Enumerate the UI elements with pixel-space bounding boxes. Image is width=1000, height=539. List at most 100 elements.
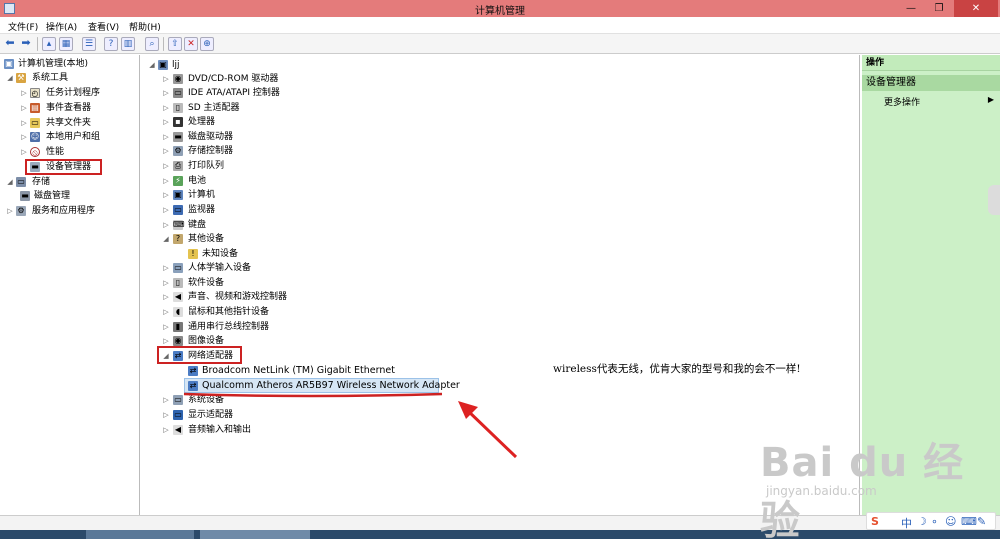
expand-icon[interactable]: ▷ [162, 174, 170, 188]
collapse-icon[interactable]: ◢ [162, 232, 170, 246]
settings-icon[interactable]: ✎ [977, 515, 986, 528]
console-tree: ▣ 计算机管理(本地) ◢ ⚒ 系统工具 ▷ ◴ 任务计划程序 ▷ ▤ 事件查看… [0, 55, 140, 515]
expand-icon[interactable]: ▷ [20, 86, 28, 100]
enable-device-icon[interactable]: ⊕ [200, 37, 214, 51]
toolbar-separator [163, 37, 164, 51]
sd-adapter-icon: ▯ [173, 103, 183, 113]
shared-folder-icon: ▭ [30, 118, 40, 128]
menu-help[interactable]: 帮助(H) [129, 20, 161, 33]
performance-icon: ⦸ [30, 147, 40, 157]
software-device-icon: ▯ [173, 278, 183, 288]
expand-icon[interactable]: ▷ [20, 101, 28, 115]
other-devices-icon: ? [173, 234, 183, 244]
storage-controller-icon: ⚙ [173, 146, 183, 156]
device-manager-highlight [25, 159, 102, 175]
menu-view[interactable]: 查看(V) [88, 20, 119, 33]
dvd-drive-icon: ◉ [173, 74, 183, 84]
expand-icon[interactable]: ▷ [20, 145, 28, 159]
expand-icon[interactable]: ▷ [162, 115, 170, 129]
expand-icon[interactable]: ▷ [162, 423, 170, 437]
side-tab-handle[interactable] [988, 185, 1000, 215]
menu-file[interactable]: 文件(F) [8, 20, 38, 33]
expand-icon[interactable]: ▷ [162, 290, 170, 304]
speaker-icon: ◀ [173, 292, 183, 302]
storage-icon: ▭ [16, 177, 26, 187]
properties-list-icon[interactable]: ☰ [82, 37, 96, 51]
expand-icon[interactable]: ▷ [162, 101, 170, 115]
half-moon-icon[interactable]: ☽ [917, 515, 927, 528]
expand-icon[interactable]: ▷ [162, 276, 170, 290]
red-arrow-annotation [458, 401, 518, 459]
expand-icon[interactable]: ▷ [162, 320, 170, 334]
taskbar-button[interactable] [86, 530, 194, 539]
users-icon: ☺ [30, 132, 40, 142]
expand-icon[interactable]: ▷ [20, 130, 28, 144]
expand-icon[interactable]: ▷ [162, 218, 170, 232]
keyboard-icon: ⌨ [173, 220, 185, 230]
ide-controller-icon: ▭ [173, 88, 183, 98]
sogou-icon[interactable]: S [871, 515, 879, 528]
display-adapter-icon: ▭ [173, 410, 183, 420]
back-icon[interactable]: ⬅ [3, 37, 17, 51]
keyboard-icon[interactable]: ⌨ [961, 515, 977, 528]
tools-icon: ⚒ [16, 73, 26, 83]
expand-icon[interactable]: ▷ [162, 130, 170, 144]
update-driver-icon[interactable]: ⇧ [168, 37, 182, 51]
toolbar-separator [37, 37, 38, 51]
red-underline-annotation [183, 392, 443, 398]
event-viewer-icon: ▤ [30, 103, 40, 113]
forward-icon[interactable]: ➡ [19, 37, 33, 51]
expand-icon[interactable]: ▷ [162, 408, 170, 422]
close-button[interactable]: ✕ [954, 0, 998, 17]
network-adapter-icon: ⇄ [188, 366, 198, 376]
expand-icon[interactable]: ▷ [6, 204, 14, 218]
collapse-icon[interactable]: ◢ [148, 58, 156, 72]
emoji-icon[interactable]: ☺ [945, 515, 956, 528]
disk-icon: ▬ [20, 191, 30, 201]
computer-management-icon: ▣ [4, 59, 14, 69]
processor-icon: ▪ [173, 117, 183, 127]
printer-icon: ⎙ [173, 161, 183, 171]
battery-icon: ⚡ [173, 176, 183, 186]
expand-icon[interactable]: ▷ [162, 188, 170, 202]
expand-icon[interactable]: ▷ [20, 116, 28, 130]
scan-hardware-icon[interactable]: ⌕ [145, 37, 159, 51]
submenu-arrow-icon: ▶ [987, 95, 994, 104]
imaging-device-icon: ◉ [173, 336, 183, 346]
collapse-icon[interactable]: ◢ [6, 71, 14, 85]
expand-icon[interactable]: ▷ [162, 305, 170, 319]
expand-icon[interactable]: ▷ [162, 261, 170, 275]
uninstall-device-icon[interactable]: ✕ [184, 37, 198, 51]
title-bar: 计算机管理 — ❐ ✕ [0, 0, 1000, 17]
clock-icon: ◴ [30, 88, 40, 98]
expand-icon[interactable]: ▷ [162, 159, 170, 173]
punctuation-icon[interactable]: ∘ [931, 515, 938, 528]
help-icon[interactable]: ? [104, 37, 118, 51]
expand-icon[interactable]: ▷ [162, 72, 170, 86]
more-actions-link[interactable]: 更多操作 [884, 95, 920, 108]
actions-section-device-manager[interactable]: 设备管理器 [862, 75, 1000, 91]
hid-icon: ▭ [173, 263, 183, 273]
ime-language[interactable]: 中 [901, 515, 912, 531]
annotation-text: wireless代表无线，优肯大家的型号和我的会不一样! [553, 363, 801, 375]
collapse-icon[interactable]: ◢ [6, 175, 14, 189]
minimize-button[interactable]: — [898, 0, 924, 17]
taskbar-button[interactable] [200, 530, 310, 539]
computer-icon: ▣ [158, 60, 168, 70]
services-icon: ⚙ [16, 206, 26, 216]
disk-drive-icon: ▬ [173, 132, 183, 142]
monitor-icon: ▭ [173, 205, 183, 215]
expand-icon[interactable]: ▷ [162, 393, 170, 407]
show-hide-tree-icon[interactable]: ▦ [59, 37, 73, 51]
unknown-device-warning-icon: ! [188, 249, 198, 259]
window-title: 计算机管理 [475, 6, 525, 17]
expand-icon[interactable]: ▷ [162, 144, 170, 158]
show-pane-icon[interactable]: ▥ [121, 37, 135, 51]
up-folder-icon[interactable]: ▴ [42, 37, 56, 51]
audio-io-icon: ◀ [173, 425, 183, 435]
restore-button[interactable]: ❐ [926, 0, 952, 17]
menu-action[interactable]: 操作(A) [46, 20, 77, 33]
expand-icon[interactable]: ▷ [162, 203, 170, 217]
expand-icon[interactable]: ▷ [162, 86, 170, 100]
network-adapter-highlight [157, 346, 242, 364]
